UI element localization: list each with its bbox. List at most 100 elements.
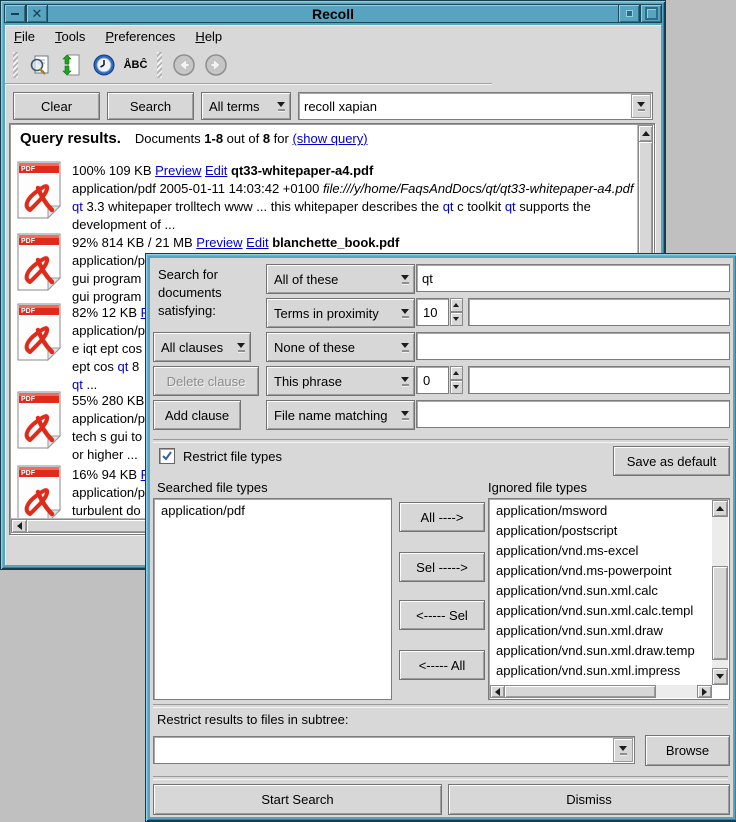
- spin-down-button[interactable]: [450, 312, 463, 326]
- ignored-filetypes-list[interactable]: application/mswordapplication/postscript…: [488, 498, 730, 700]
- window-menu-button[interactable]: [4, 4, 26, 23]
- ignored-filetype-item[interactable]: application/vnd.sun.xml.impress: [491, 661, 711, 681]
- clause-value-field[interactable]: [417, 333, 729, 359]
- clause-value-field[interactable]: [417, 401, 729, 427]
- scroll-left-button[interactable]: [11, 519, 27, 533]
- close-icon: ✕: [32, 7, 43, 20]
- spin-down-button[interactable]: [450, 380, 463, 394]
- spin-value[interactable]: 0: [416, 366, 449, 394]
- proximity-spinbox[interactable]: 10: [416, 298, 463, 326]
- clause-value-field[interactable]: [469, 299, 729, 325]
- restrict-filetypes-checkbox[interactable]: [159, 448, 175, 464]
- term-mode-combo[interactable]: All terms: [201, 92, 291, 120]
- result-link[interactable]: Edit: [205, 163, 227, 178]
- text-segment: 55% 280 KB: [72, 393, 144, 408]
- clause-conjunct-combo[interactable]: All clauses: [153, 332, 251, 362]
- forward-icon[interactable]: [202, 52, 229, 79]
- search-button[interactable]: Search: [107, 92, 194, 120]
- dismiss-button[interactable]: Dismiss: [448, 784, 730, 815]
- query-combo[interactable]: [298, 92, 653, 120]
- toolbar-handle[interactable]: [13, 52, 18, 78]
- clause-value-input[interactable]: [416, 400, 730, 428]
- result-link[interactable]: Preview: [196, 235, 242, 250]
- chevron-down-icon[interactable]: [631, 94, 651, 118]
- result-link[interactable]: (show query): [292, 131, 367, 146]
- result-link[interactable]: Preview: [155, 163, 201, 178]
- ignored-filetype-item[interactable]: application/vnd.sun.xml.calc: [491, 581, 711, 601]
- maximize-button[interactable]: [640, 4, 662, 23]
- chevron-down-icon[interactable]: [613, 738, 633, 762]
- clause-value-input[interactable]: [416, 332, 730, 360]
- ignored-vscrollbar[interactable]: [712, 500, 728, 685]
- spin-value[interactable]: 10: [416, 298, 449, 326]
- clause-value-field[interactable]: [469, 367, 729, 393]
- start-search-button[interactable]: Start Search: [153, 784, 442, 815]
- move-all-right-button[interactable]: All ---->: [399, 502, 485, 532]
- move-all-left-button[interactable]: <----- All: [399, 650, 485, 680]
- scroll-down-button[interactable]: [712, 668, 728, 685]
- chevron-down-icon: [396, 401, 414, 429]
- pdf-icon: PDF: [16, 232, 62, 292]
- ignored-hscrollbar[interactable]: [490, 685, 712, 698]
- clause-type-combo[interactable]: This phrase: [266, 366, 415, 396]
- close-button[interactable]: ✕: [26, 4, 48, 23]
- searched-filetype-item[interactable]: application/pdf: [156, 501, 389, 521]
- clause-type-combo[interactable]: All of these: [266, 264, 415, 294]
- query-input[interactable]: [299, 93, 630, 119]
- toolbar-handle[interactable]: [157, 52, 162, 78]
- menu-tools[interactable]: Tools: [55, 29, 85, 44]
- move-sel-right-button[interactable]: Sel ----->: [399, 552, 485, 582]
- menu-preferences[interactable]: Preferences: [105, 29, 175, 44]
- ignored-filetype-item[interactable]: application/vnd.sun.xml.calc.templ: [491, 601, 711, 621]
- back-icon[interactable]: [170, 52, 197, 79]
- scroll-left-button[interactable]: [490, 685, 505, 698]
- spin-up-button[interactable]: [450, 366, 463, 380]
- iconify-button[interactable]: [618, 4, 640, 23]
- delete-clause-button[interactable]: Delete clause: [153, 366, 259, 396]
- ignored-filetype-item[interactable]: application/vnd.sun.xml.draw: [491, 621, 711, 641]
- clause-type-combo[interactable]: Terms in proximity: [266, 298, 415, 328]
- scroll-up-button[interactable]: [638, 125, 653, 142]
- scroll-thumb[interactable]: [504, 685, 656, 698]
- subtree-input[interactable]: [154, 737, 612, 763]
- sort-by-date-icon[interactable]: [90, 52, 117, 79]
- browse-button[interactable]: Browse: [645, 735, 730, 766]
- clause-value-input[interactable]: [468, 366, 730, 394]
- text-segment: application/pdf: [72, 323, 156, 338]
- result-text: 55% 280 KBapplication/pdftech s gui toor…: [72, 390, 156, 464]
- clause-value-input[interactable]: [416, 264, 730, 292]
- clause-value-field[interactable]: [417, 265, 729, 291]
- searched-filetypes-list[interactable]: application/pdf: [153, 498, 392, 700]
- subtree-label: Restrict results to files in subtree:: [157, 712, 348, 727]
- clause-type-combo[interactable]: File name matching: [266, 400, 415, 430]
- ignored-filetype-item[interactable]: application/postscript: [491, 521, 711, 541]
- ignored-filetype-item[interactable]: application/vnd.ms-powerpoint: [491, 561, 711, 581]
- ignored-filetype-item[interactable]: application/vnd.sun.xml.draw.temp: [491, 641, 711, 661]
- clause-value-input[interactable]: [468, 298, 730, 326]
- proximity-spinbox[interactable]: 0: [416, 366, 463, 394]
- titlebar[interactable]: ✕ Recoll: [4, 4, 662, 23]
- menu-help[interactable]: Help: [195, 29, 222, 44]
- spin-up-button[interactable]: [450, 298, 463, 312]
- scroll-right-button[interactable]: [697, 685, 712, 698]
- menu-file[interactable]: File: [14, 29, 35, 44]
- window-menu-icon: [11, 13, 19, 15]
- add-clause-button[interactable]: Add clause: [153, 400, 241, 430]
- subtree-combo[interactable]: [153, 736, 635, 764]
- update-index-icon[interactable]: [58, 52, 85, 79]
- text-segment: 82% 12 KB: [72, 305, 141, 320]
- satisfy-label: Search fordocumentssatisfying:: [158, 266, 222, 320]
- results-doc-count: Documents 1-8 out of 8 for (show query): [135, 131, 368, 146]
- save-as-default-button[interactable]: Save as default: [613, 446, 730, 476]
- clear-button[interactable]: Clear: [13, 92, 100, 120]
- scroll-thumb[interactable]: [712, 566, 728, 660]
- ignored-filetype-item[interactable]: application/vnd.ms-excel: [491, 541, 711, 561]
- search-doc-icon[interactable]: [26, 52, 53, 79]
- ignored-filetype-item[interactable]: application/msword: [491, 501, 711, 521]
- result-link[interactable]: Edit: [246, 235, 268, 250]
- term-explorer-icon[interactable]: ÅBĈ: [122, 52, 149, 79]
- clause-type-combo[interactable]: None of these: [266, 332, 415, 362]
- scroll-up-button[interactable]: [712, 500, 728, 517]
- move-sel-left-button[interactable]: <----- Sel: [399, 600, 485, 630]
- searched-filetypes-label: Searched file types: [157, 480, 268, 495]
